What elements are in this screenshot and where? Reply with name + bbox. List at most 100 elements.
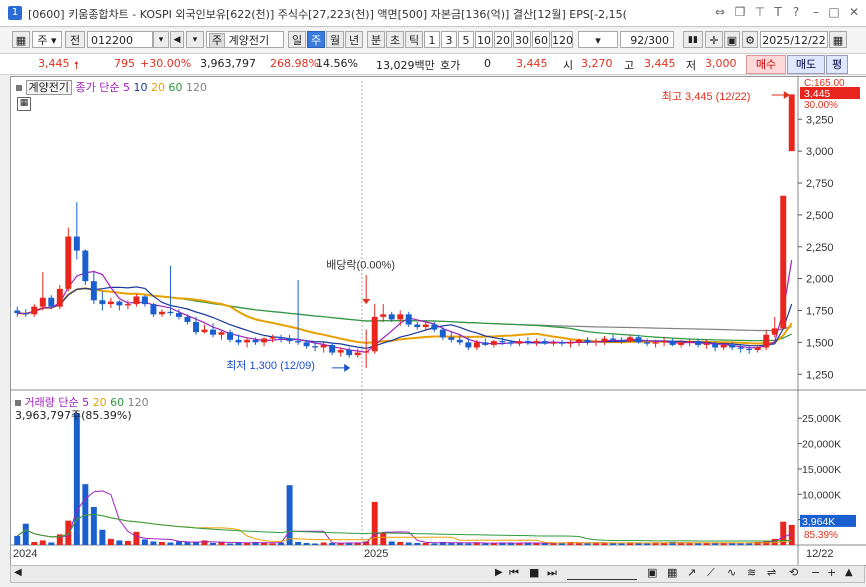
date-field[interactable]: 2025/12/22 bbox=[760, 31, 828, 48]
candle-body bbox=[65, 236, 72, 289]
chart-toolbar: ▦ 주 ▾ 전 012200 ▾ ◀ ▾ 주 계양전기 일주월년분초틱 1351… bbox=[0, 28, 866, 52]
period-dropdown[interactable]: ▾ bbox=[578, 31, 618, 48]
minute-button[interactable]: 60 bbox=[532, 31, 550, 48]
legend-stock-name[interactable]: 계양전기 bbox=[25, 80, 72, 95]
minute-button[interactable]: 10 bbox=[475, 31, 493, 48]
stop-icon[interactable]: ■ bbox=[529, 566, 539, 579]
volume-tick-label: 25,000K bbox=[802, 413, 841, 425]
calendar-icon[interactable]: ▦ bbox=[829, 31, 847, 48]
period-button[interactable]: 월 bbox=[326, 31, 344, 48]
draw-icon[interactable]: ↗ bbox=[687, 566, 696, 579]
horizontal-scrollbar[interactable]: ◀ ▶ ⏮ ■ ⏭ ▣ ▦ ↗ ⟋ ∿ ≋ ⇌ ⟲ − + ▲ bbox=[10, 565, 865, 583]
candle-body bbox=[405, 314, 412, 325]
prev-button[interactable]: 전 bbox=[65, 31, 85, 48]
volume-bar bbox=[141, 539, 148, 545]
zoom-reset-icon[interactable]: ⟲ bbox=[789, 566, 798, 579]
volume-bar bbox=[90, 506, 97, 545]
zoom-out-icon[interactable]: − bbox=[811, 566, 820, 579]
sell-button[interactable]: 매도 bbox=[787, 55, 825, 74]
minimize-icon[interactable]: – bbox=[808, 4, 824, 20]
crosshair-icon[interactable]: ✛ bbox=[705, 31, 723, 48]
grid-icon[interactable]: ▦ bbox=[667, 566, 677, 579]
period-button[interactable]: 일 bbox=[288, 31, 306, 48]
restore-icon[interactable]: ❐ bbox=[732, 4, 748, 20]
volume-ratio: 268.98% bbox=[270, 57, 319, 70]
candle-body bbox=[227, 332, 234, 340]
candle-body bbox=[788, 94, 795, 152]
minute-button[interactable]: 5 bbox=[458, 31, 474, 48]
text-icon[interactable]: T bbox=[770, 4, 786, 20]
help-icon[interactable]: ? bbox=[788, 4, 804, 20]
scroll-right-icon[interactable]: ▶ bbox=[495, 567, 503, 578]
save-icon[interactable]: ▣ bbox=[724, 31, 740, 48]
close-icon[interactable]: ✕ bbox=[846, 4, 862, 20]
code-value: 012200 bbox=[91, 34, 133, 47]
gear-icon[interactable]: ⚙ bbox=[742, 31, 758, 48]
eval-button[interactable]: 평 bbox=[826, 55, 848, 74]
zoom-in-icon[interactable]: + bbox=[827, 566, 836, 579]
scroll-left-icon[interactable]: ◀ bbox=[14, 567, 22, 578]
code-input[interactable]: 012200 bbox=[87, 31, 153, 48]
candle-icon[interactable]: ▮▮ bbox=[683, 31, 703, 48]
minute-button[interactable]: 1 bbox=[424, 31, 440, 48]
chart-area[interactable]: 3,250 3,000 2,750 2,500 2,250 2,000 1,750 1,500… bbox=[10, 76, 866, 566]
price-tick-label: 1,500 bbox=[806, 337, 834, 349]
period-button[interactable]: 틱 bbox=[405, 31, 423, 48]
fit-icon[interactable]: ▣ bbox=[647, 566, 657, 579]
compare-icon[interactable]: ⇌ bbox=[767, 566, 776, 579]
candle-body bbox=[601, 338, 608, 342]
volume-bar bbox=[312, 543, 319, 545]
candle-body bbox=[567, 342, 574, 344]
zoom-slider[interactable] bbox=[567, 567, 637, 580]
candle-body bbox=[107, 301, 114, 305]
minute-button[interactable]: 3 bbox=[441, 31, 457, 48]
dropdown-icon[interactable]: ▾ bbox=[186, 31, 204, 48]
pin-icon[interactable]: ⊤ bbox=[752, 4, 768, 20]
volume-bar bbox=[210, 542, 216, 545]
chart-svg[interactable]: 3,250 3,000 2,750 2,500 2,250 2,000 1,750 1,500… bbox=[11, 77, 866, 565]
stock-name-field[interactable]: 주 계양전기 bbox=[206, 31, 284, 48]
candle-body bbox=[354, 352, 361, 356]
volume-bar bbox=[405, 542, 412, 545]
minute-button[interactable]: 30 bbox=[513, 31, 531, 48]
search-icon[interactable]: ▾ bbox=[153, 31, 169, 48]
speaker-icon[interactable]: ◀ bbox=[170, 31, 184, 48]
candle-body bbox=[39, 297, 46, 307]
candle-body bbox=[56, 288, 63, 307]
legend-ma10: 10 bbox=[133, 81, 148, 94]
period-button[interactable]: 분 bbox=[367, 31, 385, 48]
candle-body bbox=[593, 341, 599, 343]
line-icon[interactable]: ⟋ bbox=[707, 566, 715, 580]
forward-icon[interactable]: ⏭ bbox=[547, 566, 557, 580]
volume-bar bbox=[65, 520, 72, 545]
rewind-icon[interactable]: ⏮ bbox=[509, 566, 519, 580]
minute-button[interactable]: 120 bbox=[551, 31, 573, 48]
layout-icon[interactable]: ▦ bbox=[12, 31, 30, 48]
table-icon[interactable]: ▦ bbox=[17, 97, 31, 111]
low-annotation: 최저 1,300 (12/09) bbox=[226, 359, 315, 372]
volume-bar bbox=[422, 542, 429, 545]
volume-bar bbox=[482, 543, 489, 545]
candle-body bbox=[550, 342, 557, 344]
candle-body bbox=[261, 338, 268, 343]
buy-button[interactable]: 매수 bbox=[746, 55, 786, 74]
x-label-2024: 2024 bbox=[13, 548, 37, 560]
x-label-last: 12/22 bbox=[806, 548, 834, 560]
period-button[interactable]: 년 bbox=[345, 31, 363, 48]
volume-bar bbox=[550, 543, 557, 545]
link-icon[interactable]: ⇔ bbox=[712, 4, 728, 20]
volume-bar bbox=[610, 543, 616, 545]
minute-button[interactable]: 20 bbox=[494, 31, 512, 48]
count-field[interactable]: 92/300 bbox=[620, 31, 674, 48]
candle-body bbox=[269, 337, 276, 339]
volume-bar bbox=[133, 531, 140, 545]
maximize-icon[interactable]: □ bbox=[826, 4, 842, 20]
scroll-end-icon[interactable]: ▲ bbox=[845, 567, 853, 578]
fib-icon[interactable]: ≋ bbox=[747, 566, 756, 579]
volume-bar bbox=[286, 485, 293, 545]
period-button[interactable]: 초 bbox=[386, 31, 404, 48]
volume-tick-label: 15,000K bbox=[802, 464, 841, 476]
period-button[interactable]: 주 bbox=[307, 31, 325, 48]
trend-icon[interactable]: ∿ bbox=[727, 566, 736, 579]
period-select[interactable]: 주 ▾ bbox=[32, 31, 62, 48]
